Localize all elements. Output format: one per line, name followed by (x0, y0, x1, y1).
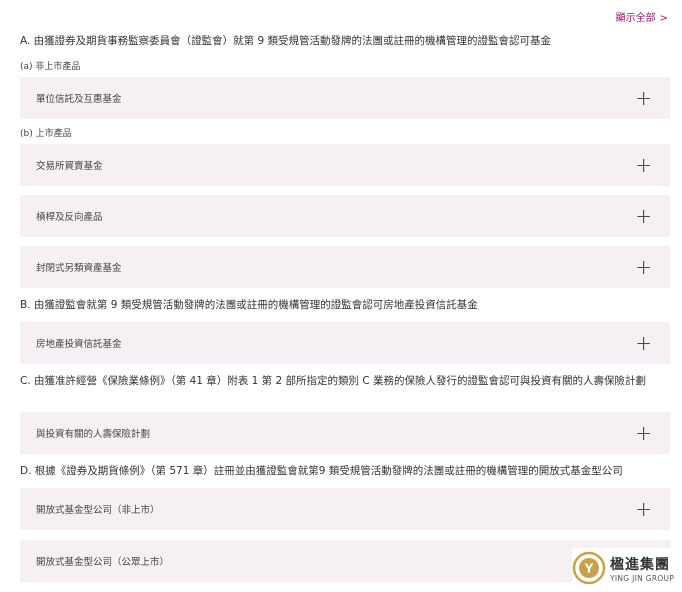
accordion-ofc-unlisted[interactable]: 開放式基金型公司（非上市） + (20, 488, 670, 530)
sub-heading-listed: (b) 上市產品 (20, 129, 72, 139)
plus-icon[interactable]: + (635, 88, 652, 108)
plus-icon[interactable]: + (635, 206, 652, 226)
logo-name-zh: 楹進集團 (610, 556, 670, 573)
sub-heading-unlisted: (a) 非上市產品 (20, 62, 81, 72)
section-d-heading: D. 根據《證券及期貨條例》（第 571 章）註冊並由獲證監會就第9 類受規管活… (20, 465, 623, 477)
accordion-label: 單位信託及互惠基金 (36, 94, 122, 105)
accordion-label: 開放式基金型公司（非上市） (36, 505, 160, 516)
plus-icon[interactable]: + (635, 333, 652, 353)
accordion-reit[interactable]: 房地產投資信託基金 + (20, 322, 670, 364)
chevron-right-icon: > (659, 13, 668, 24)
plus-icon[interactable]: + (635, 257, 652, 277)
accordion-label: 與投資有關的人壽保險計劃 (36, 429, 151, 440)
accordion-closed-end-funds[interactable]: 封閉式另類資產基金 + (20, 246, 670, 288)
accordion-leveraged-inverse[interactable]: 槓桿及反向產品 + (20, 195, 670, 237)
accordion-ilas[interactable]: 與投資有關的人壽保險計劃 + (20, 412, 670, 454)
logo-mark-icon: Y (572, 551, 606, 585)
accordion-label: 交易所買賣基金 (36, 161, 103, 172)
accordion-label: 開放式基金型公司（公眾上市） (36, 557, 170, 568)
accordion-etf[interactable]: 交易所買賣基金 + (20, 144, 670, 186)
section-a-heading: A. 由獲證券及期貨事務監察委員會（證監會）就第 9 類受規管活動發牌的法團或註… (20, 35, 552, 47)
company-logo: Y 楹進集團 YING JIN GROUP (572, 548, 680, 588)
accordion-label: 房地產投資信託基金 (36, 339, 122, 350)
show-all-link[interactable]: 顯示全部 > (616, 9, 668, 24)
plus-icon[interactable]: + (635, 155, 652, 175)
accordion-label: 槓桿及反向產品 (36, 212, 103, 223)
accordion-label: 封閉式另類資產基金 (36, 263, 122, 274)
logo-name-en: YING JIN GROUP (610, 573, 675, 583)
accordion-unit-trusts[interactable]: 單位信託及互惠基金 + (20, 77, 670, 119)
show-all-label: 顯示全部 (615, 13, 656, 24)
plus-icon[interactable]: + (635, 499, 652, 519)
plus-icon[interactable]: + (635, 423, 652, 443)
logo-mark-letter: Y (584, 562, 594, 576)
section-b-heading: B. 由獲證監會就第 9 類受規管活動發牌的法團或註冊的機構管理的證監會認可房地… (20, 299, 478, 311)
section-c-heading: C. 由獲准許經營《保險業條例》（第 41 章）附表 1 第 2 部所指定的類別… (20, 375, 647, 387)
